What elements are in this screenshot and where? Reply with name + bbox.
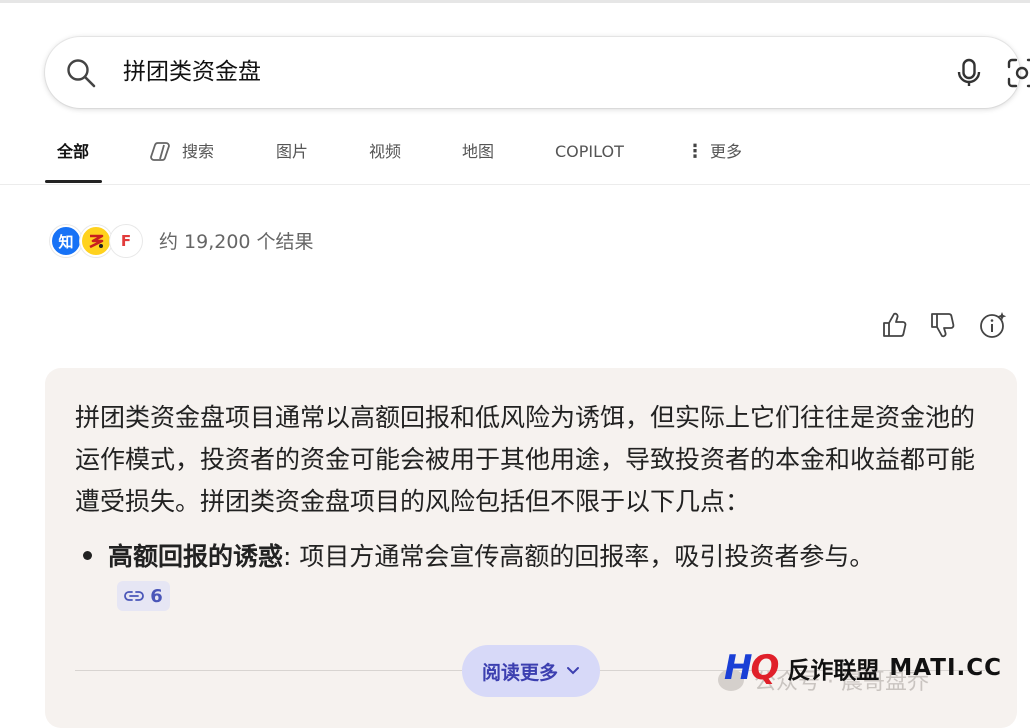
bullet-text: : 项目方通常会宣传高额的回报率，吸引投资者参与。 bbox=[283, 542, 875, 571]
tab-more[interactable]: ⋮ 更多 bbox=[686, 140, 742, 164]
thumbs-down-icon[interactable] bbox=[928, 310, 958, 340]
tab-maps[interactable]: 地图 bbox=[462, 140, 494, 164]
link-icon bbox=[124, 591, 145, 601]
search-box[interactable]: 拼团类资金盘 bbox=[45, 37, 1030, 108]
zhihu-source-icon[interactable]: 知 bbox=[50, 225, 82, 257]
copilot-search-icon bbox=[150, 142, 170, 161]
bullet-dot bbox=[83, 551, 92, 560]
citation-badge[interactable]: 6 bbox=[117, 581, 170, 611]
more-vertical-icon: ⋮ bbox=[686, 141, 704, 162]
active-tab-indicator bbox=[45, 180, 102, 183]
watermark-site: MATI.CC bbox=[889, 655, 1003, 681]
chevron-down-icon bbox=[567, 667, 579, 675]
brand-watermark: HQ 反诈联盟 MATI.CC bbox=[724, 648, 1002, 688]
tab-all[interactable]: 全部 bbox=[57, 140, 89, 164]
bullet-title: 高额回报的诱惑 bbox=[108, 542, 284, 571]
tab-bar: 全部 搜索 图片 视频 地图 COPILOT ⋮ 更多 bbox=[0, 130, 1030, 185]
search-input[interactable]: 拼团类资金盘 bbox=[123, 56, 261, 88]
top-border bbox=[0, 0, 1030, 3]
read-more-button[interactable]: 阅读更多 bbox=[462, 645, 600, 697]
answer-bullet: 高额回报的诱惑 : 项目方通常会宣传高额的回报率，吸引投资者参与。 bbox=[83, 536, 874, 578]
ai-info-icon[interactable] bbox=[978, 310, 1008, 340]
search-icon bbox=[67, 59, 96, 88]
visual-search-icon[interactable] bbox=[1005, 56, 1030, 90]
tab-copilot[interactable]: COPILOT bbox=[555, 140, 624, 164]
watermark-brand: 反诈联盟 bbox=[787, 658, 880, 684]
hq-logo: HQ bbox=[724, 648, 779, 688]
microphone-icon[interactable] bbox=[953, 57, 985, 89]
source-logo-icon bbox=[89, 234, 104, 249]
tab-search[interactable]: 搜索 bbox=[150, 140, 214, 164]
tab-images[interactable]: 图片 bbox=[276, 140, 308, 164]
source-icon-2[interactable] bbox=[80, 225, 112, 257]
tab-videos[interactable]: 视频 bbox=[369, 140, 401, 164]
answer-paragraph: 拼团类资金盘项目通常以高额回报和低风险为诱饵，但实际上它们往往是资金池的运作模式… bbox=[75, 403, 976, 516]
result-count: 约 19,200 个结果 bbox=[159, 231, 314, 253]
source-icon-3[interactable]: F bbox=[110, 225, 142, 257]
thumbs-up-icon[interactable] bbox=[880, 310, 910, 340]
